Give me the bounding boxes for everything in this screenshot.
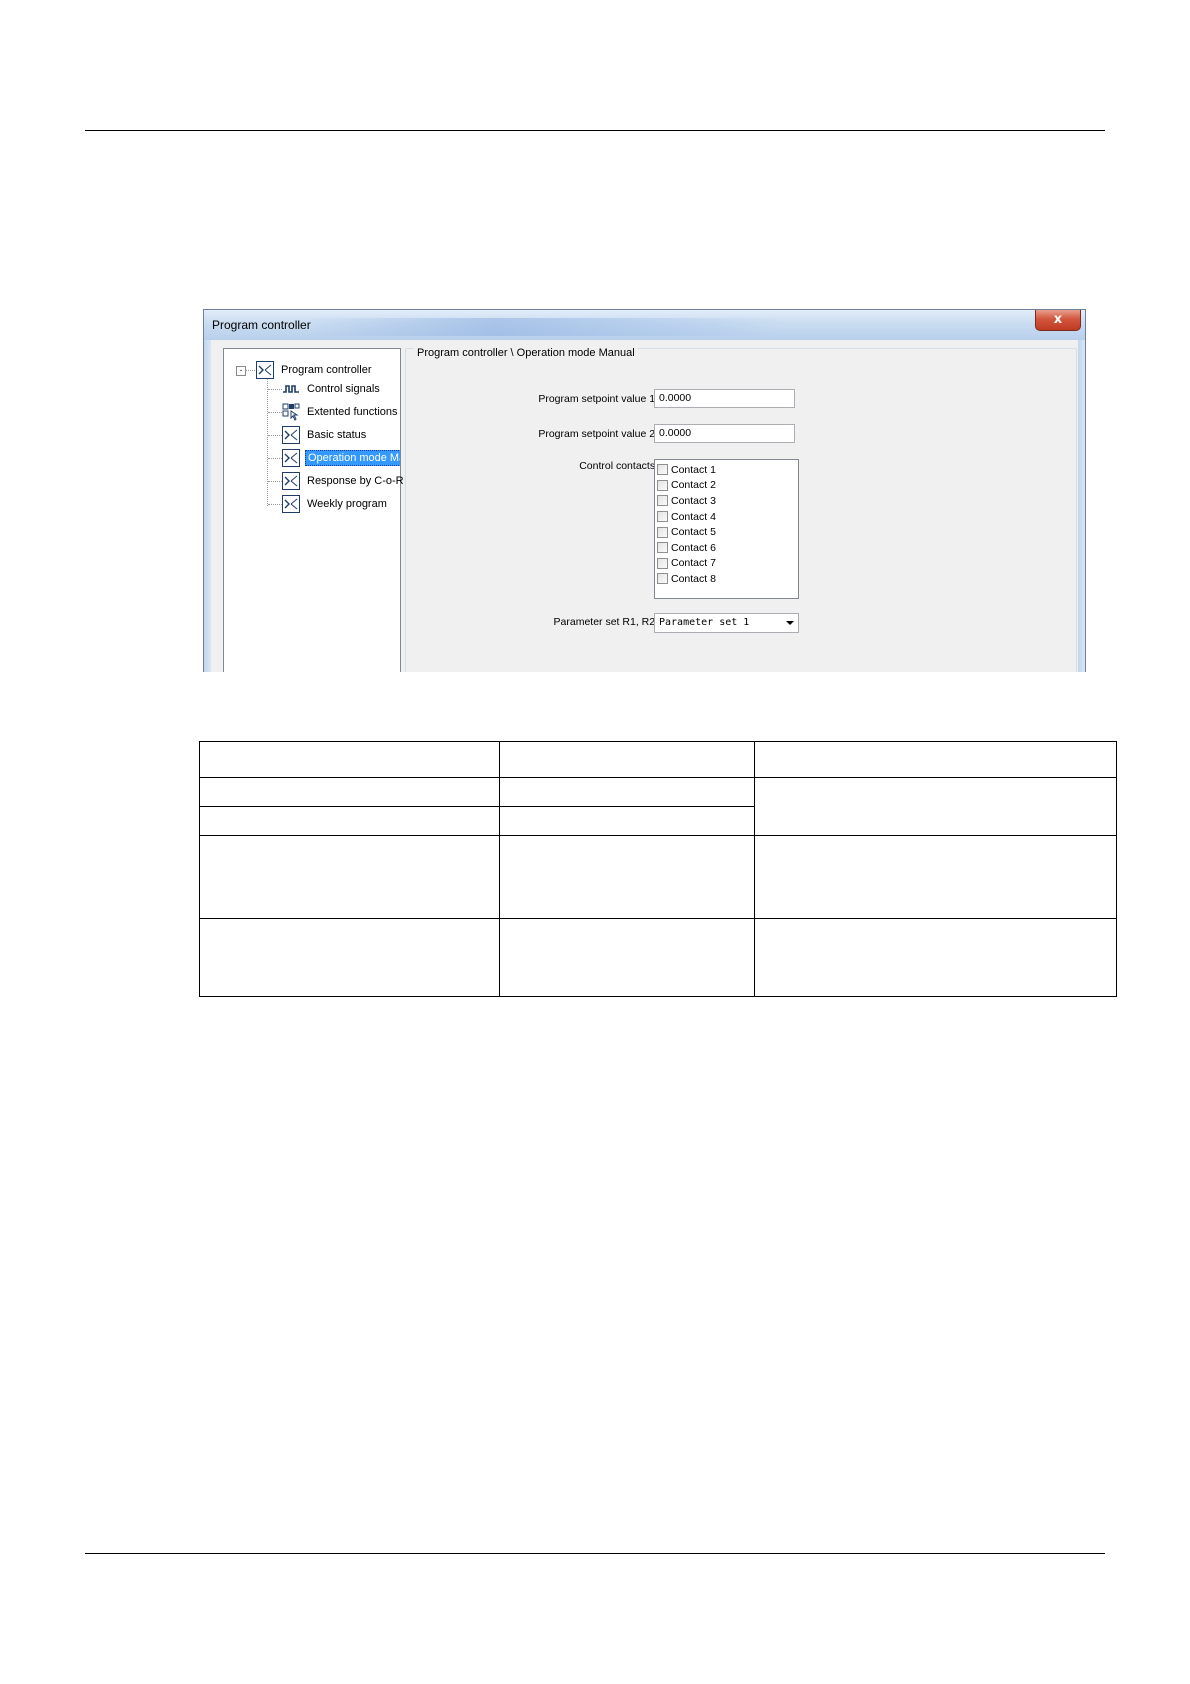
tree-item-basic-status[interactable]: Basic status	[282, 425, 368, 445]
checkbox[interactable]	[657, 479, 668, 491]
group-title: Program controller \ Operation mode Manu…	[414, 347, 638, 359]
title-bar[interactable]: Program controller x	[204, 310, 1085, 340]
control-contacts-label: Control contacts:	[579, 460, 658, 472]
checkbox[interactable]	[657, 495, 668, 507]
table-cell	[754, 918, 1117, 997]
parameter-set-select[interactable]: Parameter set 1	[654, 613, 799, 633]
contact-checkbox[interactable]: Contact 1	[655, 462, 798, 478]
table-cell	[199, 918, 500, 997]
tree-item-label: Basic status	[307, 429, 367, 441]
table-cell	[199, 777, 500, 807]
pulse-icon	[283, 385, 299, 393]
checkbox[interactable]	[657, 464, 668, 476]
table-row	[199, 777, 1117, 836]
table-row	[199, 835, 1117, 919]
tree-item-operation-mode-manual[interactable]: Operation mode Manual	[282, 448, 400, 468]
checkbox[interactable]	[657, 542, 668, 554]
checkbox[interactable]	[657, 573, 668, 585]
table-cell	[754, 777, 1117, 836]
tree-item-label: Response by C-o-R	[307, 475, 404, 487]
program-controller-dialog: Program controller x - Program controlle…	[203, 309, 1086, 672]
header-rule	[85, 130, 1105, 131]
tree-item-label: Program controller	[281, 364, 372, 376]
program-icon	[282, 472, 300, 490]
table-cell	[499, 777, 755, 807]
collapse-icon[interactable]: -	[236, 366, 246, 376]
navigation-tree[interactable]: - Program controller Control signals Ext…	[223, 348, 404, 672]
contact-checkbox[interactable]: Contact 3	[655, 493, 798, 509]
table-row	[199, 741, 1117, 778]
tree-item-extented-functions[interactable]: Extented functions	[282, 402, 400, 422]
contact-checkbox[interactable]: Contact 2	[655, 478, 798, 494]
table-cell	[499, 806, 755, 836]
table-cell	[499, 835, 755, 919]
table-cell	[199, 741, 500, 778]
window-title: Program controller	[212, 318, 311, 332]
functions-icon	[282, 403, 300, 421]
tree-item-control-signals[interactable]: Control signals	[282, 379, 382, 399]
contact-checkbox[interactable]: Contact 7	[655, 556, 798, 572]
table-cell	[499, 918, 755, 997]
table-cell	[754, 741, 1117, 778]
table-cell	[199, 835, 500, 919]
contact-checkbox[interactable]: Contact 8	[655, 571, 798, 587]
tree-item-label: Operation mode Manual	[305, 450, 400, 466]
contact-checkbox[interactable]: Contact 4	[655, 509, 798, 525]
table-cell	[499, 741, 755, 778]
setpoint1-input[interactable]: 0.0000	[654, 389, 795, 408]
checkbox[interactable]	[657, 557, 668, 569]
contact-checkbox[interactable]: Contact 5	[655, 524, 798, 540]
tree-item-label: Weekly program	[307, 498, 387, 510]
setpoint1-label: Program setpoint value 1:	[538, 393, 658, 405]
contact-checkbox[interactable]: Contact 6	[655, 540, 798, 556]
program-icon	[282, 449, 300, 467]
tree-item-label: Control signals	[307, 383, 380, 395]
close-button[interactable]: x	[1035, 310, 1081, 331]
setpoint2-label: Program setpoint value 2:	[538, 428, 658, 440]
checkbox[interactable]	[657, 511, 668, 523]
parameter-set-label: Parameter set R1, R2:	[553, 616, 658, 628]
settings-group: Program controller \ Operation mode Manu…	[405, 347, 1077, 672]
setpoint2-input[interactable]: 0.0000	[654, 424, 795, 443]
tree-item-response-by-cor[interactable]: Response by C-o-R	[282, 471, 406, 491]
program-icon	[282, 426, 300, 444]
dialog-client-area: - Program controller Control signals Ext…	[211, 340, 1078, 672]
tree-item-label: Extented functions	[307, 406, 398, 418]
dropdown-arrow-icon[interactable]	[786, 621, 794, 625]
table-row	[199, 918, 1117, 997]
table-cell	[754, 835, 1117, 919]
parameter-set-value: Parameter set 1	[659, 617, 750, 628]
footer-rule	[85, 1553, 1105, 1554]
program-icon	[256, 361, 274, 379]
tree-item-weekly-program[interactable]: Weekly program	[282, 494, 389, 514]
tree-item-program-controller[interactable]: Program controller	[256, 360, 373, 380]
control-contacts-list[interactable]: Contact 1 Contact 2 Contact 3 Contact 4 …	[654, 459, 799, 599]
program-icon	[282, 495, 300, 513]
checkbox[interactable]	[657, 526, 668, 538]
table-cell	[199, 806, 500, 836]
parameter-table	[199, 741, 1117, 997]
